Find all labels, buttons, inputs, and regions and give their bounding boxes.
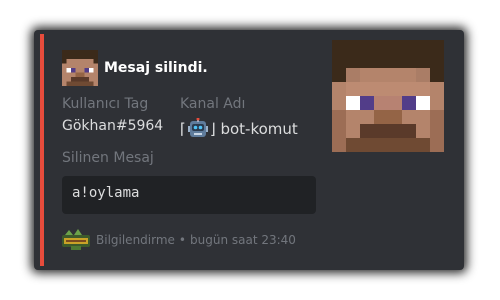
embed-card: Mesaj silindi. Kullanıcı Tag Gökhan#5964…	[34, 30, 464, 270]
embed-author: Mesaj silindi.	[62, 50, 208, 86]
server-logo-icon	[62, 229, 90, 250]
field-user-tag: Kullanıcı Tag Gökhan#5964	[62, 96, 163, 134]
steve-face-thumbnail[interactable]	[332, 40, 444, 152]
robot-icon	[187, 118, 208, 137]
footer-separator: •	[178, 233, 186, 247]
field-deleted-message-name: Silinen Mesaj	[62, 150, 154, 166]
field-channel-name-label: Kanal Adı	[180, 96, 246, 112]
channel-suffix: ⌋ bot-komut	[209, 120, 298, 138]
field-deleted-message: Silinen Mesaj	[62, 150, 154, 172]
embed-accent-bar	[40, 34, 44, 266]
footer-text: Bilgilendirme	[96, 233, 175, 247]
field-user-tag-value: Gökhan#5964	[62, 118, 164, 134]
embed-author-name: Mesaj silindi.	[104, 60, 208, 76]
footer-timestamp: bugün saat 23:40	[190, 233, 296, 247]
field-channel-name-value[interactable]: ⌈ ⌋ bot-komut	[180, 118, 298, 140]
embed-footer: Bilgilendirme • bugün saat 23:40	[62, 229, 296, 251]
deleted-message-codeblock: a!oylama	[62, 176, 316, 214]
steve-face-icon	[62, 50, 98, 86]
field-channel-name: Kanal Adı ⌈ ⌋ bot-komut	[180, 96, 298, 140]
channel-prefix: ⌈	[180, 120, 186, 138]
field-user-tag-name: Kullanıcı Tag	[62, 96, 149, 112]
